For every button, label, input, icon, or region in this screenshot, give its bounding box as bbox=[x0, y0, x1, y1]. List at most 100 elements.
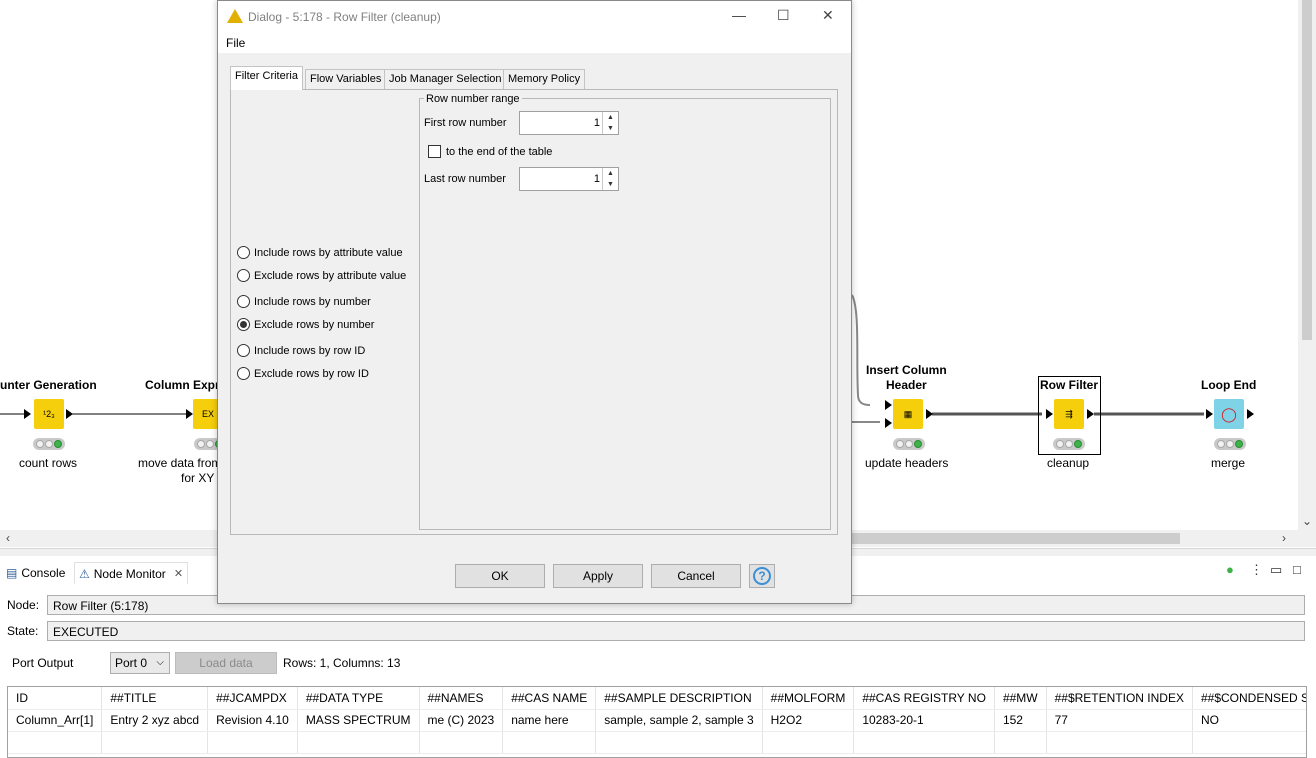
scroll-down-icon[interactable]: ⌄ bbox=[1302, 514, 1312, 528]
input-port[interactable] bbox=[885, 400, 892, 410]
spin-down-icon[interactable]: ▼ bbox=[603, 123, 618, 134]
load-data-button[interactable]: Load data bbox=[175, 652, 277, 674]
scroll-thumb[interactable] bbox=[850, 533, 1180, 544]
column-header[interactable]: ##$CONDENSED SPECTRUM bbox=[1192, 687, 1306, 710]
counter-generation-node[interactable]: ¹2₃ bbox=[34, 399, 64, 429]
menu-icon[interactable]: ⋮ bbox=[1250, 562, 1263, 578]
spin-up-icon[interactable]: ▲ bbox=[603, 112, 618, 123]
close-icon[interactable]: ✕ bbox=[822, 7, 834, 24]
minimize-icon[interactable]: — bbox=[732, 7, 746, 23]
row-filter-dialog: Dialog - 5:178 - Row Filter (cleanup) — … bbox=[217, 0, 852, 604]
radio-include-row-id[interactable]: Include rows by row ID bbox=[237, 344, 365, 357]
maximize-icon[interactable]: □ bbox=[1293, 562, 1301, 577]
tab-node-monitor[interactable]: ⚠ Node Monitor ✕ bbox=[74, 562, 189, 584]
table-row-empty bbox=[8, 731, 1306, 754]
ex-icon: EX bbox=[201, 409, 214, 419]
state-row: State: EXECUTED bbox=[0, 621, 1316, 641]
output-port[interactable] bbox=[66, 409, 73, 419]
first-row-spinner[interactable]: 1 ▲ ▼ bbox=[519, 111, 619, 135]
input-port[interactable] bbox=[885, 418, 892, 428]
output-port[interactable] bbox=[1247, 409, 1254, 419]
column-header[interactable]: ##DATA TYPE bbox=[297, 687, 420, 710]
loop-end-node[interactable]: ◯ bbox=[1214, 399, 1244, 429]
radio-exclude-row-id[interactable]: Exclude rows by row ID bbox=[237, 367, 369, 380]
close-icon[interactable]: ✕ bbox=[174, 567, 183, 580]
node-label-merge[interactable]: merge bbox=[1211, 456, 1245, 471]
node-label-update-headers[interactable]: update headers bbox=[865, 456, 948, 471]
output-table[interactable]: ID ##TITLE ##JCAMPDX ##DATA TYPE ##NAMES ##CA… bbox=[7, 686, 1307, 758]
radio-button[interactable] bbox=[237, 318, 250, 331]
apply-button[interactable]: Apply bbox=[553, 564, 643, 588]
end-of-table-checkbox[interactable] bbox=[428, 145, 441, 158]
radio-include-number[interactable]: Include rows by number bbox=[237, 295, 371, 308]
column-header[interactable]: ##CAS REGISTRY NO bbox=[853, 687, 995, 710]
table-row[interactable]: Column_Arr[1] Entry 2 xyz abcd Revision 4.… bbox=[8, 709, 1306, 732]
radio-button[interactable] bbox=[237, 367, 250, 380]
port-select[interactable]: Port 0 ⌵ bbox=[110, 652, 170, 674]
tab-job-manager-selection[interactable]: Job Manager Selection bbox=[384, 69, 507, 89]
input-port[interactable] bbox=[24, 409, 31, 419]
node-label-count-rows[interactable]: count rows bbox=[19, 456, 77, 471]
ok-button[interactable]: OK bbox=[455, 564, 545, 588]
scroll-left-icon[interactable]: ‹ bbox=[6, 531, 10, 545]
maximize-icon[interactable]: ☐ bbox=[777, 7, 790, 24]
column-header[interactable]: ##NAMES bbox=[419, 687, 504, 710]
node-title-insert-column-header-2: Header bbox=[886, 378, 927, 392]
end-of-table-checkbox-row[interactable]: to the end of the table bbox=[428, 145, 552, 158]
radio-label: Exclude rows by attribute value bbox=[254, 269, 407, 282]
table-cell bbox=[1046, 731, 1193, 754]
radio-include-attribute[interactable]: Include rows by attribute value bbox=[237, 246, 403, 259]
radio-button[interactable] bbox=[237, 246, 250, 259]
input-port[interactable] bbox=[1206, 409, 1213, 419]
console-icon: ▤ bbox=[6, 566, 18, 580]
radio-button[interactable] bbox=[237, 269, 250, 282]
column-header[interactable]: ID bbox=[8, 687, 103, 710]
last-row-spinner[interactable]: 1 ▲ ▼ bbox=[519, 167, 619, 191]
tab-flow-variables[interactable]: Flow Variables bbox=[305, 69, 387, 89]
output-port[interactable] bbox=[926, 409, 933, 419]
scroll-thumb[interactable] bbox=[1302, 0, 1312, 340]
tab-memory-policy[interactable]: Memory Policy bbox=[503, 69, 586, 89]
canvas-vertical-scrollbar[interactable]: ⌄ bbox=[1298, 0, 1316, 530]
radio-button[interactable] bbox=[237, 295, 250, 308]
loop-icon: ◯ bbox=[1221, 405, 1237, 422]
table-cell bbox=[419, 731, 504, 754]
dialog-titlebar[interactable]: Dialog - 5:178 - Row Filter (cleanup) — … bbox=[218, 1, 851, 33]
help-button[interactable]: ? bbox=[749, 564, 775, 588]
column-header[interactable]: ##SAMPLE DESCRIPTION bbox=[595, 687, 763, 710]
column-header[interactable]: ##MOLFORM bbox=[762, 687, 855, 710]
minimize-icon[interactable]: ▭ bbox=[1270, 562, 1282, 578]
column-header[interactable]: ##TITLE bbox=[101, 687, 209, 710]
output-port[interactable] bbox=[1087, 409, 1094, 419]
row-filter-node[interactable]: ⇶ bbox=[1054, 399, 1084, 429]
insert-column-header-node[interactable]: ▦ bbox=[893, 399, 923, 429]
radio-exclude-attribute[interactable]: Exclude rows by attribute value bbox=[237, 269, 406, 282]
cancel-button[interactable]: Cancel bbox=[651, 564, 741, 588]
status-lights bbox=[33, 438, 65, 450]
scroll-right-icon[interactable]: › bbox=[1282, 531, 1286, 545]
column-header[interactable]: ##$RETENTION INDEX bbox=[1046, 687, 1193, 710]
menu-file[interactable]: File bbox=[226, 36, 245, 50]
table-cell: me (C) 2023 bbox=[419, 709, 504, 732]
spin-down-icon[interactable]: ▼ bbox=[603, 179, 618, 190]
dialog-menubar: File bbox=[218, 33, 851, 53]
input-port[interactable] bbox=[1046, 409, 1053, 419]
tab-filter-criteria[interactable]: Filter Criteria bbox=[230, 66, 303, 90]
tab-console[interactable]: ▤ Console bbox=[2, 562, 69, 584]
radio-exclude-number[interactable]: Exclude rows by number bbox=[237, 318, 374, 331]
node-label-move-data[interactable]: move data from bbox=[138, 456, 221, 471]
node-label-for-xy[interactable]: for XY bbox=[181, 471, 214, 486]
table-cell bbox=[297, 731, 420, 754]
port-select-value: Port 0 bbox=[115, 656, 148, 670]
column-header[interactable]: ##MW bbox=[994, 687, 1047, 710]
spin-up-icon[interactable]: ▲ bbox=[603, 168, 618, 179]
pin-icon[interactable]: ● bbox=[1226, 562, 1234, 577]
radio-button[interactable] bbox=[237, 344, 250, 357]
group-legend: Row number range bbox=[424, 93, 522, 105]
node-label-cleanup[interactable]: cleanup bbox=[1047, 456, 1089, 471]
status-lights bbox=[1053, 438, 1085, 450]
column-header[interactable]: ##JCAMPDX bbox=[207, 687, 298, 710]
input-port[interactable] bbox=[186, 409, 193, 419]
table-cell: 77 bbox=[1046, 709, 1193, 732]
column-header[interactable]: ##CAS NAME bbox=[502, 687, 597, 710]
